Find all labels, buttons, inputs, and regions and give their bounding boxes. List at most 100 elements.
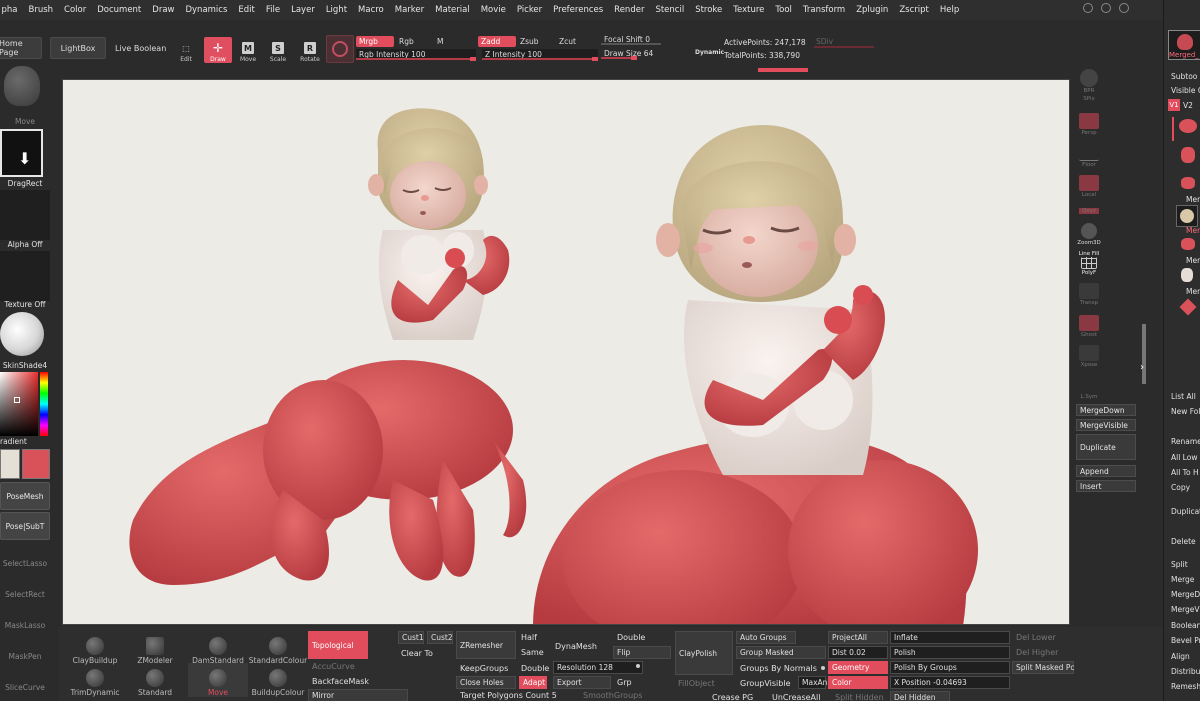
del-lower-button[interactable]: Del Lower (1016, 633, 1056, 642)
all-to-high-button[interactable]: All To H (1171, 468, 1199, 477)
menu-item-movie[interactable]: Movie (475, 5, 511, 15)
bevel-pro-button[interactable]: Bevel Pr (1171, 636, 1200, 645)
subtool-item-4[interactable]: Mer (1186, 287, 1200, 296)
close-holes-button[interactable]: Close Holes (456, 676, 516, 689)
material-skinshade-icon[interactable] (0, 312, 45, 360)
home-page-button[interactable]: Home Page (0, 37, 42, 59)
merge-down-button[interactable]: MergeD (1171, 590, 1200, 599)
ghost-button[interactable]: Ghost (1076, 312, 1102, 338)
menu-item-dynamics[interactable]: Dynamics (180, 5, 233, 15)
dynamesh-button[interactable]: DynaMesh (555, 642, 597, 651)
menu-item-macro[interactable]: Macro (353, 5, 390, 15)
posemesh-button[interactable]: PoseMesh (0, 482, 50, 510)
live-boolean-button[interactable]: Live Boolean (112, 43, 166, 54)
duplicate-subtool-button[interactable]: Duplicat (1171, 507, 1200, 516)
new-folder-button[interactable]: New Fol (1171, 407, 1200, 416)
zadd-button[interactable]: Zadd (478, 36, 516, 47)
menu-item-material[interactable]: Material (430, 5, 476, 15)
copy-button[interactable]: Copy (1171, 483, 1190, 492)
rgb-button[interactable]: Rgb (396, 36, 414, 47)
split-button[interactable]: Split (1171, 560, 1188, 569)
maskpen-button[interactable]: MaskPen (0, 652, 50, 661)
brush-trimdynamic[interactable]: TrimDynamic (70, 663, 120, 697)
crease-pg-button[interactable]: Crease PG (712, 693, 753, 701)
v2-button[interactable]: V2 (1183, 101, 1193, 110)
fillobject-button[interactable]: FillObject (678, 679, 715, 688)
double-dynamesh-button[interactable]: Double (617, 633, 645, 642)
qxyz-button[interactable]: Qxyz (1076, 196, 1102, 214)
secondary-color-swatch[interactable] (0, 449, 20, 479)
menu-item-edit[interactable]: Edit (233, 5, 260, 15)
mirror-button[interactable]: Mirror (308, 689, 408, 701)
subtool-thumb-body[interactable] (1176, 115, 1198, 137)
subtool-thumb-2[interactable] (1176, 205, 1198, 227)
geometry-button[interactable]: Geometry (828, 661, 888, 674)
boolean-button[interactable]: Boolean (1171, 621, 1200, 630)
brush-move[interactable]: Move (188, 663, 248, 697)
zoom3d-button[interactable]: Zoom3D (1076, 220, 1102, 246)
restore-icon[interactable] (1101, 3, 1111, 13)
panel-expand-icon[interactable]: › (1140, 362, 1144, 373)
menu-item-help[interactable]: Help (934, 5, 964, 15)
material-sphere-icon[interactable] (326, 35, 354, 63)
xpose-button[interactable]: Xpose (1076, 342, 1102, 368)
minimize-icon[interactable] (1083, 3, 1093, 13)
brush-damstandard[interactable]: DamStandard (188, 631, 248, 665)
groups-by-normals-button[interactable]: Groups By Normals (740, 664, 817, 673)
cust2-button[interactable]: Cust2 (427, 631, 453, 644)
menu-item-picker[interactable]: Picker (511, 5, 547, 15)
menu-item-document[interactable]: Document (92, 5, 147, 15)
menu-item-layer[interactable]: Layer (286, 5, 321, 15)
group-masked-button[interactable]: Group Masked (736, 646, 826, 659)
smoothgroups-button[interactable]: SmoothGroups (583, 691, 642, 700)
insert-button[interactable]: Insert (1076, 480, 1136, 492)
groupvisible-button[interactable]: GroupVisible (740, 679, 791, 688)
alpha-button[interactable] (0, 190, 50, 240)
subtool-item-3[interactable]: Mer (1186, 256, 1200, 265)
draw-button[interactable]: ✛ Draw (204, 37, 232, 63)
main-color-swatch[interactable] (22, 449, 50, 479)
brush-claybuildup[interactable]: ClayBuildup (70, 631, 120, 665)
local-button[interactable]: Local (1076, 172, 1102, 198)
move-brush-icon[interactable] (2, 66, 42, 114)
rename-button[interactable]: Rename (1171, 437, 1200, 446)
polish-by-groups-slider[interactable]: Polish By Groups (890, 661, 1010, 674)
sdiv-slider[interactable]: SDiv (816, 37, 833, 46)
same-button[interactable]: Same (521, 648, 544, 657)
remesh-button[interactable]: Remesh (1171, 682, 1200, 691)
topological-button[interactable]: Topological (308, 631, 368, 659)
persp-button[interactable]: Persp (1076, 110, 1102, 136)
list-all-button[interactable]: List All (1171, 392, 1196, 401)
menu-item-brush[interactable]: Brush (23, 5, 59, 15)
menu-item-color[interactable]: Color (59, 5, 92, 15)
maxangle-slider[interactable]: MaxAn (798, 676, 827, 689)
edit-button[interactable]: ⬚ Edit (172, 37, 200, 64)
polish-slider[interactable]: Polish (890, 646, 1010, 659)
menu-item-light[interactable]: Light (320, 5, 352, 15)
selectrect-button[interactable]: SelectRect (0, 590, 50, 599)
menu-item-preferences[interactable]: Preferences (548, 5, 609, 15)
mrgb-button[interactable]: Mrgb (356, 36, 394, 47)
subtool-thumb-3[interactable] (1176, 236, 1198, 258)
append-button[interactable]: Append (1076, 465, 1136, 477)
brush-buildupcolour[interactable]: BuildupColour (248, 663, 308, 697)
uncreaseall-button[interactable]: UnCreaseAll (772, 693, 820, 701)
split-hidden-button[interactable]: Split Hidden (835, 693, 884, 701)
menu-item-tool[interactable]: Tool (770, 5, 798, 15)
distribute-button[interactable]: Distribu (1171, 667, 1200, 676)
m-button[interactable]: M (434, 36, 443, 47)
spix-slider[interactable]: SPix (1076, 92, 1102, 102)
menu-item-file[interactable]: File (260, 5, 285, 15)
del-hidden-button[interactable]: Del Hidden (890, 691, 950, 701)
duplicate-button[interactable]: Duplicate (1076, 434, 1136, 460)
menu-item-transform[interactable]: Transform (797, 5, 850, 15)
adapt-button[interactable]: Adapt (519, 676, 547, 689)
brush-zmodeler[interactable]: ZModeler (130, 631, 180, 665)
texture-button[interactable] (0, 251, 50, 301)
close-icon[interactable] (1119, 3, 1129, 13)
transp-button[interactable]: Transp (1076, 280, 1102, 306)
resolution-slider[interactable]: Resolution 128 (553, 661, 643, 674)
pose-subt-button[interactable]: Pose|SubT (0, 512, 50, 540)
split-masked-points-button[interactable]: Split Masked Pc (1012, 661, 1074, 674)
mergedown-button[interactable]: MergeDown (1076, 404, 1136, 416)
